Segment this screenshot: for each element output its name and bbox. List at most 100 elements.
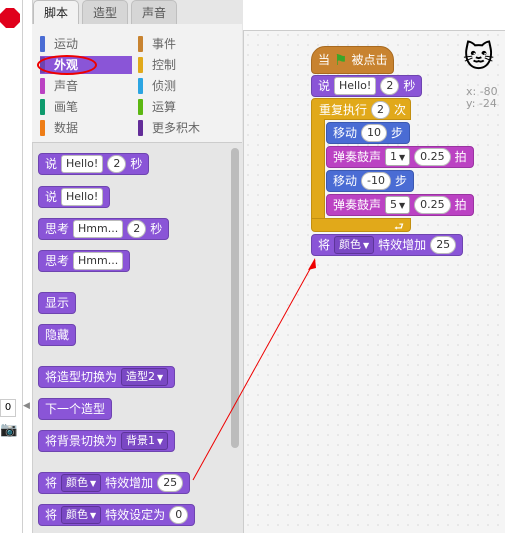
block-move-steps[interactable]: 移动 10 步 bbox=[326, 122, 411, 144]
effect-dropdown[interactable]: 颜色 ▼ bbox=[61, 506, 102, 524]
block-say-for-secs[interactable]: 说 Hello! 2 秒 bbox=[311, 75, 423, 97]
dropdown-arrow-icon: ▼ bbox=[399, 201, 406, 210]
collapse-arrow-icon[interactable]: ◀ bbox=[23, 401, 31, 413]
block-change-effect[interactable]: 将 颜色 ▼ 特效增加 25 bbox=[38, 472, 191, 494]
block-repeat[interactable]: 重复执行 2 次 bbox=[313, 99, 412, 121]
data-swatch bbox=[40, 120, 45, 136]
number-input[interactable]: 10 bbox=[361, 124, 388, 142]
category-more-blocks[interactable]: 更多积木 bbox=[138, 119, 228, 137]
dropdown-arrow-icon: ▼ bbox=[157, 373, 164, 382]
block-say-for-secs[interactable]: 说 Hello! 2 秒 bbox=[38, 153, 150, 175]
highlight-circle bbox=[37, 55, 97, 75]
number-input[interactable]: 2 bbox=[127, 220, 147, 238]
category-motion[interactable]: 运动 bbox=[40, 35, 128, 53]
tab-scripts[interactable]: 脚本 bbox=[33, 0, 80, 25]
block-play-drum[interactable]: 弹奏鼓声 1 ▼ 0.25 拍 bbox=[326, 146, 474, 168]
dropdown-arrow-icon: ▼ bbox=[157, 437, 164, 446]
number-input[interactable]: 2 bbox=[380, 77, 400, 95]
block-switch-costume[interactable]: 将造型切换为 造型2 ▼ bbox=[38, 366, 176, 388]
block-switch-backdrop[interactable]: 将背景切换为 背景1 ▼ bbox=[38, 430, 176, 452]
number-input[interactable]: 25 bbox=[430, 236, 457, 254]
block-label: 将 bbox=[45, 508, 58, 522]
number-input[interactable]: 0.25 bbox=[414, 196, 451, 214]
category-sensing[interactable]: 侦测 bbox=[138, 77, 228, 95]
text-input[interactable]: Hello! bbox=[61, 188, 104, 206]
palette-scrollbar[interactable] bbox=[231, 148, 239, 448]
block-change-effect[interactable]: 将 颜色 ▼ 特效增加 25 bbox=[311, 234, 464, 256]
drum-dropdown[interactable]: 1 ▼ bbox=[385, 148, 411, 166]
stop-icon[interactable] bbox=[0, 8, 20, 28]
block-label: 秒 bbox=[403, 79, 416, 93]
block-label: 弹奏鼓声 bbox=[333, 198, 382, 212]
sprite-cat-icon: 🐱 bbox=[463, 40, 495, 75]
block-think-for-secs[interactable]: 思考 Hmm... 2 秒 bbox=[38, 218, 170, 240]
block-next-costume[interactable]: 下一个造型 bbox=[38, 398, 113, 420]
block-label: 特效增加 bbox=[378, 238, 427, 252]
block-label: 重复执行 bbox=[319, 103, 368, 117]
category-data[interactable]: 数据 bbox=[40, 119, 128, 137]
block-think[interactable]: 思考 Hmm... bbox=[38, 250, 131, 272]
block-label: 显示 bbox=[45, 296, 70, 310]
block-label: 被点击 bbox=[351, 53, 388, 67]
block-label: 将背景切换为 bbox=[45, 434, 118, 448]
more-blocks-swatch bbox=[138, 120, 143, 136]
camera-icon[interactable]: 📷 bbox=[0, 422, 18, 440]
block-label: 说 bbox=[45, 157, 58, 171]
number-input[interactable]: 25 bbox=[157, 474, 184, 492]
category-sound[interactable]: 声音 bbox=[40, 77, 128, 95]
block-label: 思考 bbox=[45, 222, 70, 236]
block-label: 弹奏鼓声 bbox=[333, 150, 382, 164]
block-set-effect[interactable]: 将 颜色 ▼ 特效设定为 0 bbox=[38, 504, 196, 526]
number-input[interactable]: 2 bbox=[371, 101, 391, 119]
block-label: 次 bbox=[394, 103, 407, 117]
block-label: 秒 bbox=[130, 157, 143, 171]
text-input[interactable]: Hmm... bbox=[73, 220, 124, 238]
block-label: 说 bbox=[45, 190, 58, 204]
block-show[interactable]: 显示 bbox=[38, 292, 77, 314]
effect-dropdown[interactable]: 颜色 ▼ bbox=[61, 474, 102, 492]
costume-dropdown[interactable]: 造型2 ▼ bbox=[121, 368, 169, 386]
block-play-drum[interactable]: 弹奏鼓声 5 ▼ 0.25 拍 bbox=[326, 194, 474, 216]
category-control[interactable]: 控制 bbox=[138, 56, 228, 74]
effect-dropdown[interactable]: 颜色 ▼ bbox=[334, 236, 375, 254]
drum-dropdown[interactable]: 5 ▼ bbox=[385, 196, 411, 214]
category-events[interactable]: 事件 bbox=[138, 35, 228, 53]
backdrop-dropdown[interactable]: 背景1 ▼ bbox=[121, 432, 169, 450]
block-label: 说 bbox=[318, 79, 331, 93]
block-label: 特效设定为 bbox=[105, 508, 166, 522]
block-label: 思考 bbox=[45, 254, 70, 268]
number-input[interactable]: -10 bbox=[361, 172, 391, 190]
block-label: 隐藏 bbox=[45, 328, 70, 342]
dropdown-arrow-icon: ▼ bbox=[90, 479, 97, 488]
block-label: 移动 bbox=[333, 126, 358, 140]
text-input[interactable]: Hmm... bbox=[73, 252, 124, 270]
block-label: 拍 bbox=[454, 198, 467, 212]
dropdown-arrow-icon: ▼ bbox=[399, 153, 406, 162]
block-label: 步 bbox=[391, 126, 404, 140]
text-input[interactable]: Hello! bbox=[61, 155, 104, 173]
pen-swatch bbox=[40, 99, 45, 115]
block-label: 秒 bbox=[150, 222, 163, 236]
sprite-coords: x: -80 y: -24 bbox=[466, 86, 498, 110]
block-label: 特效增加 bbox=[105, 476, 154, 490]
block-label: 步 bbox=[394, 174, 407, 188]
number-input[interactable]: 0.25 bbox=[414, 148, 451, 166]
tab-sounds[interactable]: 声音 bbox=[131, 0, 178, 24]
block-say[interactable]: 说 Hello! bbox=[38, 186, 111, 208]
tab-costumes[interactable]: 造型 bbox=[82, 0, 129, 24]
number-input[interactable]: 2 bbox=[107, 155, 127, 173]
operators-swatch bbox=[138, 99, 143, 115]
stage-size-field[interactable]: 0 bbox=[0, 399, 16, 417]
dropdown-arrow-icon: ▼ bbox=[90, 511, 97, 520]
category-pen[interactable]: 画笔 bbox=[40, 98, 128, 116]
motion-swatch bbox=[40, 36, 45, 52]
category-operators[interactable]: 运算 bbox=[138, 98, 228, 116]
block-when-flag-clicked[interactable]: 当 ⚑ 被点击 bbox=[311, 46, 395, 74]
block-move-steps[interactable]: 移动 -10 步 bbox=[326, 170, 414, 192]
dropdown-arrow-icon: ▼ bbox=[363, 241, 370, 250]
block-hide[interactable]: 隐藏 bbox=[38, 324, 77, 346]
events-swatch bbox=[138, 36, 143, 52]
number-input[interactable]: 0 bbox=[169, 506, 189, 524]
text-input[interactable]: Hello! bbox=[334, 77, 377, 95]
block-label: 拍 bbox=[454, 150, 467, 164]
